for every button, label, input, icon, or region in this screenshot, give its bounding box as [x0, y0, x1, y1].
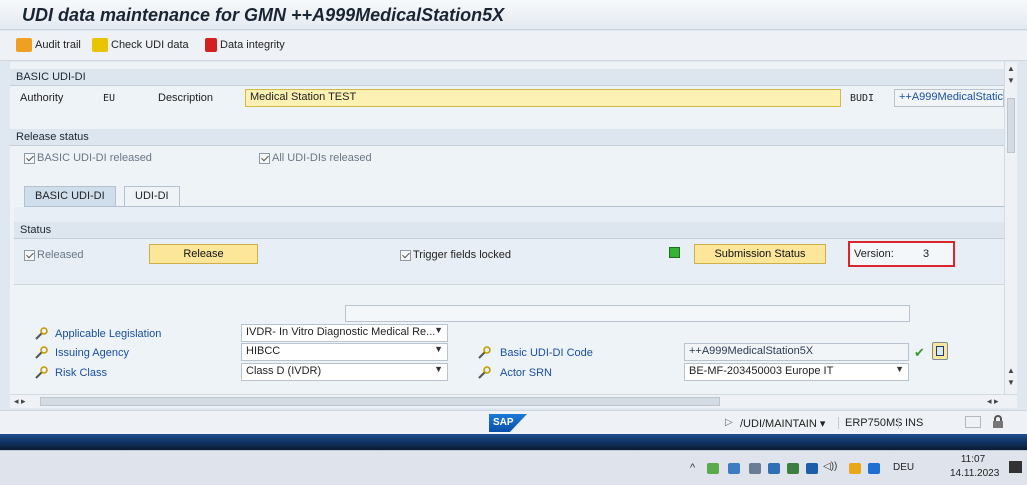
check-udi-data-button[interactable]: Check UDI data: [92, 38, 189, 52]
chevron-up-icon[interactable]: ^: [690, 462, 695, 474]
scroll-left-icon[interactable]: ◂ ▸: [14, 396, 26, 407]
tray-app-icon[interactable]: [707, 463, 719, 474]
wrench-icon: [477, 346, 491, 360]
all-released-checkbox[interactable]: All UDI-DIs released: [259, 152, 372, 164]
checkbox-icon: [400, 249, 411, 261]
tab-strip: BASIC UDI-DI UDI-DI: [24, 186, 1004, 207]
risk-class-label: Risk Class: [55, 367, 107, 379]
clock[interactable]: 11:07 14.11.2023: [950, 454, 999, 479]
scroll-down-icon[interactable]: ▼: [1007, 378, 1015, 387]
copy-icon[interactable]: [932, 342, 948, 360]
version-highlight-box: Version: 3: [848, 241, 955, 267]
lock-icon[interactable]: [993, 415, 1003, 428]
issuing-agency-label: Issuing Agency: [55, 347, 129, 359]
basic-udi-code-field[interactable]: ++A999MedicalStation5X: [684, 343, 909, 361]
applicable-legislation-dropdown[interactable]: IVDR- In Vitro Diagnostic Medical Re... …: [241, 324, 448, 342]
window-title: UDI data maintenance for GMN ++A999Medic…: [22, 5, 505, 25]
tray-teams-icon[interactable]: [806, 463, 818, 474]
basic-udi-group-header: BASIC UDI-DI: [10, 69, 1004, 86]
description-label: Description: [158, 92, 214, 104]
checkbox-icon: [259, 152, 270, 164]
notification-icon[interactable]: [1009, 461, 1022, 473]
system-info: ERP750MS: [838, 417, 902, 429]
tray-network-icon[interactable]: [728, 463, 740, 474]
copy-icon-inner: [936, 346, 944, 356]
checkbox-icon: [24, 249, 35, 261]
trigger-fields-checkbox[interactable]: Trigger fields locked: [400, 249, 511, 261]
version-value: 3: [923, 248, 930, 260]
version-label: Version:: [854, 248, 894, 260]
release-button[interactable]: Release: [149, 244, 258, 264]
authority-value: EU: [103, 93, 116, 104]
tab-udi-di[interactable]: UDI-DI: [124, 186, 180, 206]
play-icon[interactable]: ▷: [725, 417, 733, 428]
scroll-right-icon[interactable]: ◂ ▸: [987, 396, 999, 407]
dropdown-arrow-icon: ▼: [434, 325, 443, 335]
scroll-up-icon[interactable]: ▲: [1007, 64, 1015, 73]
application-toolbar: Audit trail Check UDI data Data integrit…: [0, 31, 1027, 61]
audit-trail-button[interactable]: Audit trail: [16, 38, 81, 52]
insert-mode: INS: [898, 417, 923, 429]
desktop-background: [0, 434, 1027, 450]
release-status-header: Release status: [10, 129, 1004, 146]
h-scroll-thumb[interactable]: [40, 397, 720, 406]
data-integrity-button[interactable]: Data integrity: [205, 38, 285, 52]
tray-display-icon[interactable]: [749, 463, 761, 474]
horizontal-scrollbar[interactable]: ◂ ▸ ◂ ▸: [10, 394, 1017, 408]
submission-status-button[interactable]: Submission Status: [694, 244, 826, 264]
data-integrity-icon: [205, 38, 217, 52]
language-indicator[interactable]: DEU: [893, 462, 914, 473]
dropdown-arrow-icon: ▼: [434, 344, 443, 354]
wrench-icon: [477, 366, 491, 380]
audit-trail-icon: [16, 38, 32, 52]
wrench-icon: [34, 327, 48, 341]
vertical-scrollbar[interactable]: ▲ ▼ ▲ ▼: [1004, 62, 1017, 394]
tray-sync-icon[interactable]: [787, 463, 799, 474]
description-field[interactable]: Medical Station TEST: [245, 89, 841, 107]
scroll-up-icon[interactable]: ▲: [1007, 366, 1015, 375]
status-header: Status: [14, 222, 1004, 239]
check-icon: [92, 38, 108, 52]
basic-released-checkbox[interactable]: BASIC UDI-DI released: [24, 152, 152, 164]
tab-basic-udi-di[interactable]: BASIC UDI-DI: [24, 186, 116, 206]
tray-mail-icon[interactable]: [768, 463, 780, 474]
dropdown-arrow-icon: ▼: [434, 364, 443, 374]
title-bar: UDI data maintenance for GMN ++A999Medic…: [0, 0, 1027, 30]
released-checkbox[interactable]: Released: [24, 249, 83, 261]
actor-srn-label: Actor SRN: [500, 367, 552, 379]
status-green-light-icon: [669, 247, 680, 258]
speaker-icon[interactable]: ◁)): [823, 461, 837, 472]
wrench-icon: [34, 366, 48, 380]
applicable-legislation-label: Applicable Legislation: [55, 328, 162, 340]
tray-outlook-icon[interactable]: [868, 463, 880, 474]
main-content: BASIC UDI-DI Authority EU Description Me…: [10, 62, 1004, 394]
checkmark-icon: ✔: [914, 345, 925, 360]
sap-logo: SAP: [489, 414, 527, 432]
empty-text-field[interactable]: [345, 305, 910, 322]
basic-udi-code-label: Basic UDI-DI Code: [500, 347, 593, 359]
budi-field[interactable]: ++A999MedicalStatic: [894, 89, 1004, 107]
actor-srn-dropdown[interactable]: BE-MF-203450003 Europe IT ▼: [684, 363, 909, 381]
checkbox-icon: [24, 152, 35, 164]
status-bar: SAP ▷ /UDI/MAINTAIN ▾ ERP750MS INS: [0, 410, 1027, 435]
issuing-agency-dropdown[interactable]: HIBCC ▼: [241, 343, 448, 361]
wrench-icon: [34, 346, 48, 360]
transaction-info[interactable]: /UDI/MAINTAIN ▾: [740, 417, 825, 430]
layout-icon[interactable]: [965, 416, 981, 428]
scroll-down-icon[interactable]: ▼: [1007, 76, 1015, 85]
risk-class-dropdown[interactable]: Class D (IVDR) ▼: [241, 363, 448, 381]
scroll-thumb[interactable]: [1007, 98, 1015, 153]
dropdown-arrow-icon: ▼: [895, 364, 904, 374]
budi-label: BUDI: [850, 93, 875, 104]
windows-taskbar: ^ ◁)) DEU 11:07 14.11.2023: [0, 450, 1027, 485]
tray-storage-icon[interactable]: [849, 463, 861, 474]
authority-label: Authority: [20, 92, 64, 104]
